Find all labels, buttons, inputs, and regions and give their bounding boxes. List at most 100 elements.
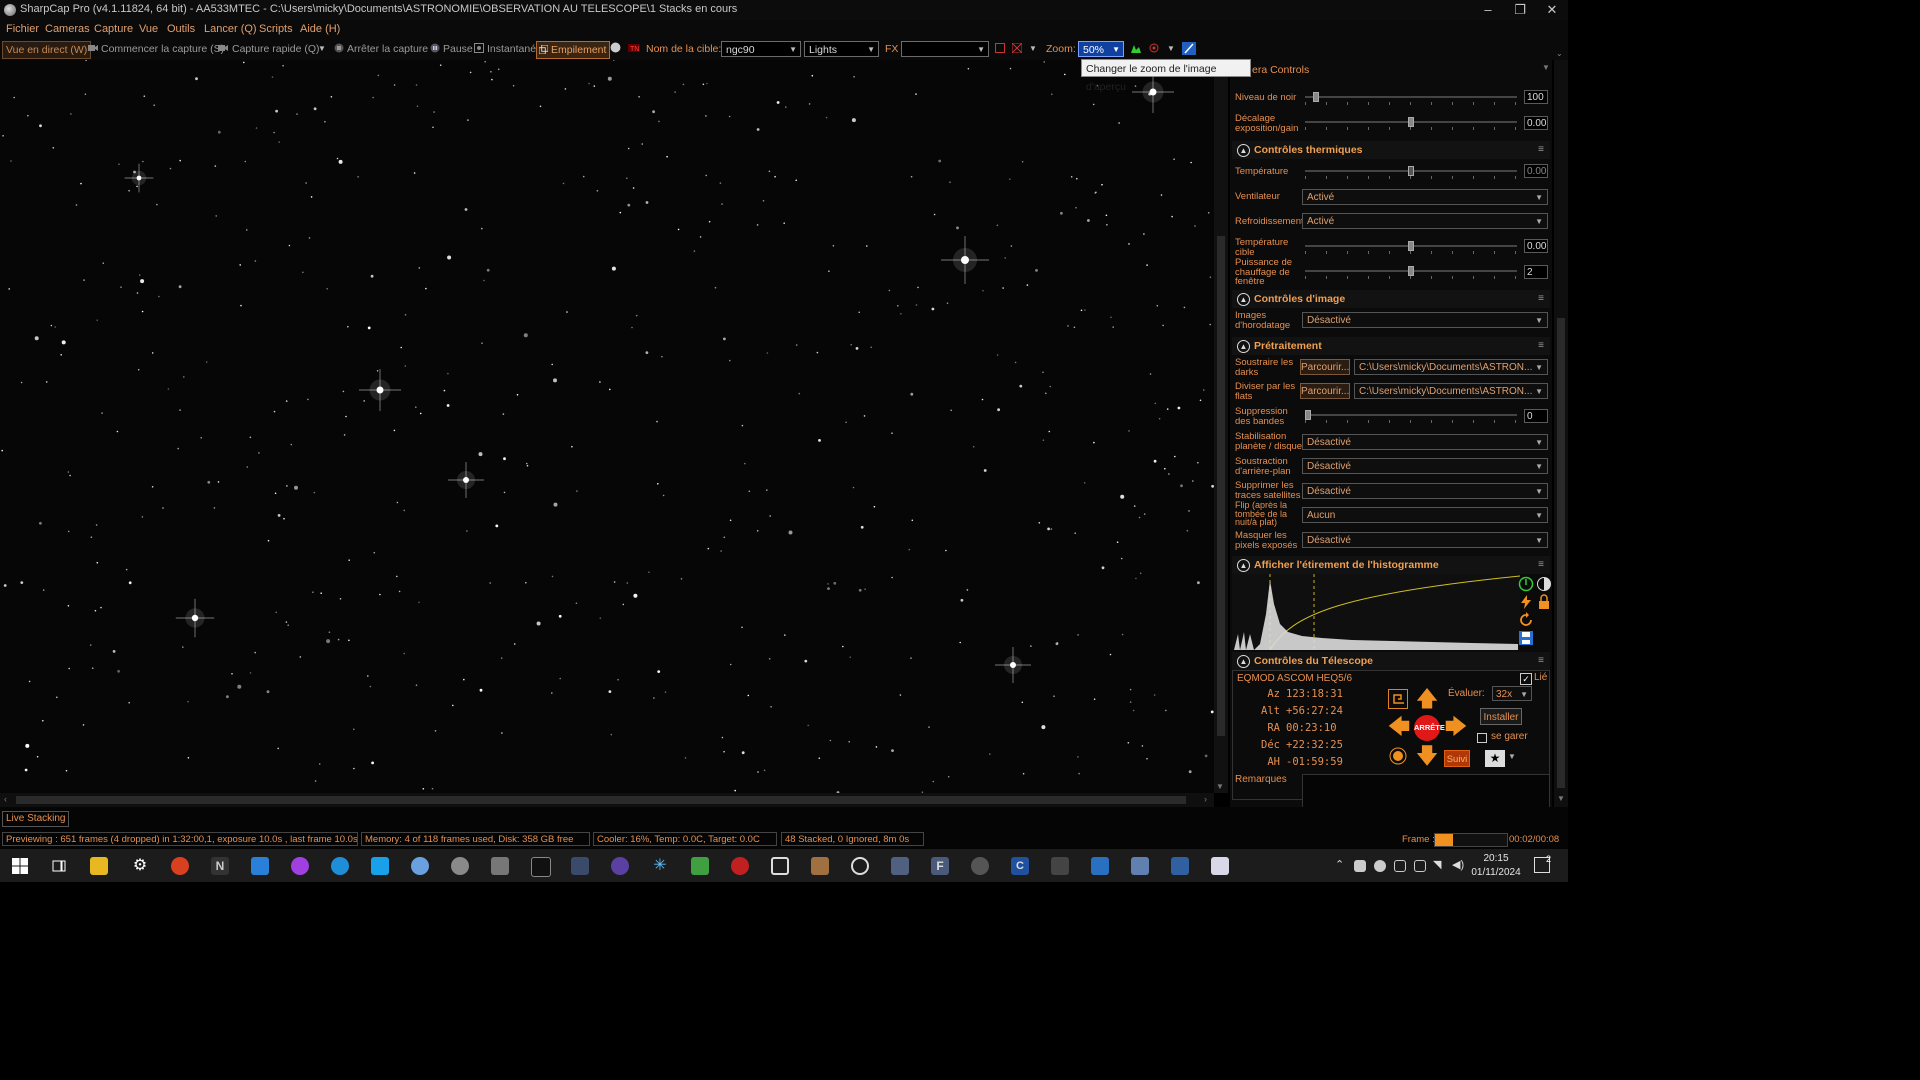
app-red2-icon[interactable] bbox=[731, 857, 749, 875]
wifi-icon[interactable]: ◥ bbox=[1433, 858, 1441, 871]
banding-slider[interactable] bbox=[1305, 410, 1517, 423]
siril-icon[interactable] bbox=[571, 857, 589, 875]
darks-path-select[interactable]: C:\Users\micky\Documents\ASTRON... ▼ bbox=[1354, 359, 1548, 375]
collapse-icon[interactable]: ▲ bbox=[1237, 293, 1250, 306]
timestamp-select[interactable]: Désactivé ▼ bbox=[1302, 312, 1548, 328]
cooling-select[interactable]: Activé ▼ bbox=[1302, 213, 1548, 229]
volume-icon[interactable]: ◀) bbox=[1452, 858, 1464, 871]
track-button[interactable]: Suivi bbox=[1444, 750, 1470, 767]
reticle-dropdown-icon[interactable]: ▼ bbox=[1029, 41, 1037, 57]
banding-value[interactable]: 0 bbox=[1524, 409, 1548, 423]
moon-icon[interactable] bbox=[610, 42, 621, 53]
flip-select[interactable]: Aucun ▼ bbox=[1302, 507, 1548, 523]
image-controls-header[interactable]: ▲ Contrôles d'image ≡ bbox=[1232, 290, 1550, 308]
target-temp-value[interactable]: 0.00 bbox=[1524, 239, 1548, 253]
histogram-header[interactable]: ▲ Afficher l'étirement de l'histogramme … bbox=[1232, 556, 1550, 574]
star-button[interactable]: ★ bbox=[1485, 750, 1505, 767]
north-button[interactable]: 🡅 bbox=[1415, 687, 1439, 711]
save-icon[interactable] bbox=[1518, 630, 1534, 646]
app-grey-icon[interactable] bbox=[491, 857, 509, 875]
edge-icon[interactable] bbox=[331, 857, 349, 875]
zoom-select[interactable]: 50% ▼ bbox=[1078, 41, 1124, 57]
start-capture-button[interactable]: Commencer la capture (S) bbox=[101, 41, 224, 57]
lightning-icon[interactable] bbox=[1518, 594, 1534, 610]
black-level-slider[interactable] bbox=[1305, 92, 1517, 105]
install-button[interactable]: Installer bbox=[1480, 708, 1522, 725]
n-app-icon[interactable]: N bbox=[211, 857, 229, 875]
target-temp-slider[interactable] bbox=[1305, 241, 1517, 254]
collapse-icon[interactable]: ▲ bbox=[1237, 340, 1250, 353]
app-blue2-icon[interactable] bbox=[1091, 857, 1109, 875]
app-green-icon[interactable] bbox=[691, 857, 709, 875]
menu-vue[interactable]: Vue bbox=[139, 23, 158, 35]
menu-outils[interactable]: Outils bbox=[167, 23, 195, 35]
histogram-graph[interactable] bbox=[1232, 574, 1520, 650]
app-dark-icon[interactable] bbox=[1051, 857, 1069, 875]
minimize-button[interactable]: – bbox=[1472, 0, 1504, 20]
fan-select[interactable]: Activé ▼ bbox=[1302, 189, 1548, 205]
preview-vertical-scrollbar[interactable]: ▼ bbox=[1214, 60, 1228, 793]
stellarium-icon[interactable] bbox=[611, 857, 629, 875]
fx-select[interactable]: ▼ bbox=[901, 41, 989, 57]
tray-chevron-icon[interactable]: ⌃ bbox=[1335, 858, 1344, 871]
cloud-icon[interactable] bbox=[1374, 860, 1386, 872]
histogram-icon[interactable] bbox=[1131, 43, 1141, 53]
east-button[interactable]: 🡆 bbox=[1444, 715, 1468, 739]
live-stacking-tab[interactable]: Live Stacking bbox=[2, 811, 70, 827]
snapshot-button[interactable]: Instantané bbox=[487, 41, 536, 57]
messenger-icon[interactable] bbox=[291, 857, 309, 875]
app-blue-icon[interactable] bbox=[411, 857, 429, 875]
chat-app-icon[interactable] bbox=[371, 857, 389, 875]
menu-aide[interactable]: Aide (H) bbox=[300, 23, 340, 35]
scroll-down-icon[interactable]: ▼ bbox=[1557, 794, 1565, 803]
section-menu-icon[interactable]: ≡ bbox=[1538, 656, 1544, 666]
maximize-button[interactable]: ❐ bbox=[1504, 0, 1536, 20]
task-view-icon[interactable] bbox=[50, 857, 68, 875]
scroll-right-icon[interactable]: › bbox=[1204, 794, 1207, 804]
flats-path-select[interactable]: C:\Users\micky\Documents\ASTRON... ▼ bbox=[1354, 383, 1548, 399]
file-explorer-icon[interactable] bbox=[90, 857, 108, 875]
west-button[interactable]: 🡄 bbox=[1387, 715, 1411, 739]
clock-time[interactable]: 20:15 bbox=[1466, 853, 1526, 864]
power-icon[interactable] bbox=[1518, 576, 1534, 592]
black-level-value[interactable]: 100 bbox=[1524, 90, 1548, 104]
park-checkbox[interactable] bbox=[1477, 733, 1487, 743]
display-icon[interactable] bbox=[1394, 860, 1406, 872]
scroll-down-icon[interactable]: ▼ bbox=[1216, 782, 1224, 791]
star-app-icon[interactable]: ✳ bbox=[651, 857, 669, 875]
thermal-controls-header[interactable]: ▲ Contrôles thermiques ≡ bbox=[1232, 141, 1550, 159]
darks-browse-button[interactable]: Parcourir... bbox=[1300, 359, 1350, 375]
remarks-field[interactable] bbox=[1302, 774, 1550, 807]
frame-type-select[interactable]: Lights ▼ bbox=[804, 41, 879, 57]
app-brown-icon[interactable] bbox=[811, 857, 829, 875]
clock-date[interactable]: 01/11/2024 bbox=[1466, 867, 1526, 878]
quick-capture-dropdown-icon[interactable]: ▼ bbox=[318, 41, 326, 57]
mask-pixels-select[interactable]: Désactivé ▼ bbox=[1302, 532, 1548, 548]
rate-select[interactable]: 32x ▼ bbox=[1492, 686, 1532, 701]
app-slate-icon[interactable] bbox=[891, 857, 909, 875]
sat-trails-select[interactable]: Désactivé ▼ bbox=[1302, 483, 1548, 499]
section-menu-icon[interactable]: ≡ bbox=[1538, 294, 1544, 304]
panel-scrollbar[interactable]: ▼ bbox=[1554, 60, 1568, 807]
focus-dropdown-icon[interactable]: ▼ bbox=[1167, 41, 1175, 57]
settings-icon[interactable]: ⚙ bbox=[131, 857, 149, 875]
heater-slider[interactable] bbox=[1305, 266, 1517, 279]
section-menu-icon[interactable]: ≡ bbox=[1538, 560, 1544, 570]
bg-sub-select[interactable]: Désactivé ▼ bbox=[1302, 458, 1548, 474]
menu-cameras[interactable]: Cameras bbox=[45, 23, 90, 35]
sharpcap-icon[interactable] bbox=[451, 857, 469, 875]
app-network-icon[interactable] bbox=[1131, 857, 1149, 875]
linked-checkbox[interactable]: ✓ bbox=[1520, 673, 1532, 685]
app-ring-icon[interactable] bbox=[851, 857, 869, 875]
close-button[interactable]: ✕ bbox=[1536, 0, 1568, 20]
menu-lancer[interactable]: Lancer (Q) bbox=[204, 23, 257, 35]
section-menu-icon[interactable]: ≡ bbox=[1538, 145, 1544, 155]
scroll-left-icon[interactable]: ‹ bbox=[4, 794, 7, 804]
panel-menu-icon[interactable]: ▼ bbox=[1542, 63, 1550, 72]
spiral-search-button[interactable] bbox=[1388, 689, 1408, 709]
c-app-icon[interactable]: C bbox=[1011, 857, 1029, 875]
lock-icon[interactable] bbox=[1536, 594, 1552, 610]
reticle-box-icon[interactable] bbox=[995, 43, 1005, 53]
pause-button[interactable]: Pause bbox=[443, 41, 473, 57]
heater-value[interactable]: 2 bbox=[1524, 265, 1548, 279]
